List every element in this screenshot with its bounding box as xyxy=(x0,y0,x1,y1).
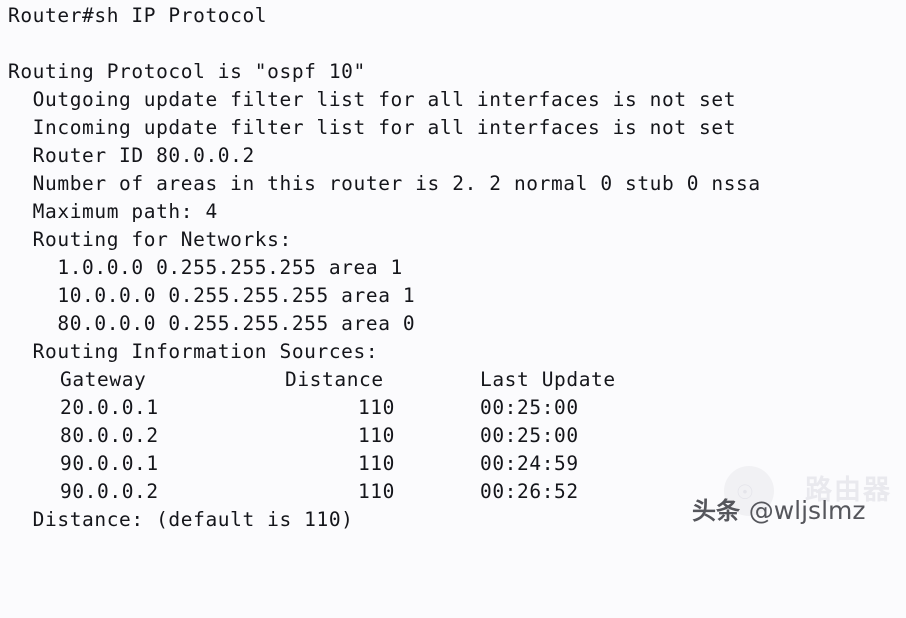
cell-gateway: 20.0.0.1 xyxy=(60,396,159,419)
output-line-router-id: Router ID 80.0.0.2 xyxy=(8,144,255,167)
table-row: 90.0.0.2 110 00:26:52 xyxy=(8,478,906,506)
command-prompt-line: Router#sh IP Protocol xyxy=(8,4,268,27)
output-line-number-of-areas: Number of areas in this router is 2. 2 n… xyxy=(8,172,761,195)
output-line-outgoing-filter: Outgoing update filter list for all inte… xyxy=(8,88,737,111)
cell-last-update: 00:25:00 xyxy=(480,424,579,447)
cell-gateway: 90.0.0.2 xyxy=(60,480,159,503)
output-line-distance-default: Distance: (default is 110) xyxy=(8,508,354,531)
column-header-gateway: Gateway xyxy=(60,368,147,391)
output-line-maximum-path: Maximum path: 4 xyxy=(8,200,218,223)
output-line-routing-for-networks: Routing for Networks: xyxy=(8,228,292,251)
table-row: 90.0.0.1 110 00:24:59 xyxy=(8,450,906,478)
output-line-routing-protocol: Routing Protocol is "ospf 10" xyxy=(8,60,366,83)
cell-last-update: 00:25:00 xyxy=(480,396,579,419)
output-line-routing-information-sources: Routing Information Sources: xyxy=(8,340,379,363)
cell-distance: 110 xyxy=(357,480,395,503)
cell-last-update: 00:26:52 xyxy=(480,480,579,503)
column-header-distance: Distance xyxy=(285,368,384,391)
table-row: 20.0.0.1 110 00:25:00 xyxy=(8,394,906,422)
cell-distance: 110 xyxy=(357,396,395,419)
cell-gateway: 90.0.0.1 xyxy=(60,452,159,475)
network-entry: 1.0.0.0 0.255.255.255 area 1 xyxy=(8,256,403,279)
column-header-last-update: Last Update xyxy=(480,368,616,391)
cell-distance: 110 xyxy=(357,424,395,447)
cell-last-update: 00:24:59 xyxy=(480,452,579,475)
cell-gateway: 80.0.0.2 xyxy=(60,424,159,447)
table-header-row: Gateway Distance Last Update xyxy=(8,366,906,394)
output-line-incoming-filter: Incoming update filter list for all inte… xyxy=(8,116,737,139)
network-entry: 10.0.0.0 0.255.255.255 area 1 xyxy=(8,284,416,307)
table-row: 80.0.0.2 110 00:25:00 xyxy=(8,422,906,450)
network-entry: 80.0.0.0 0.255.255.255 area 0 xyxy=(8,312,416,335)
terminal-output: Router#sh IP Protocol Routing Protocol i… xyxy=(0,0,906,540)
cell-distance: 110 xyxy=(357,452,395,475)
